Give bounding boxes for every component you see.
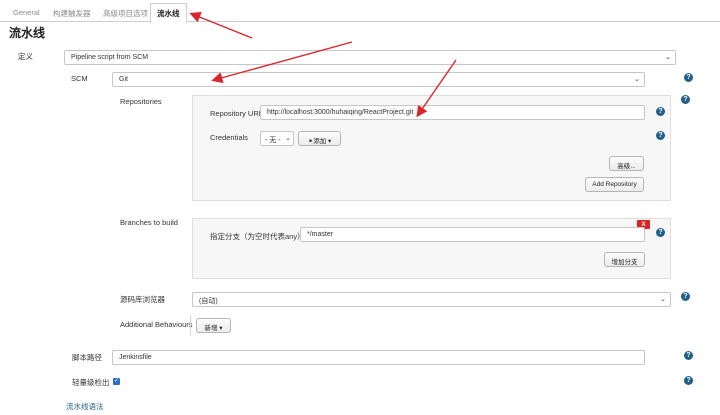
- arrow-to-repository-url: [416, 59, 457, 118]
- annotation-arrows: [189, 11, 457, 118]
- arrow-to-scm-select: [211, 41, 353, 84]
- arrow-to-pipeline-tab: [189, 11, 253, 39]
